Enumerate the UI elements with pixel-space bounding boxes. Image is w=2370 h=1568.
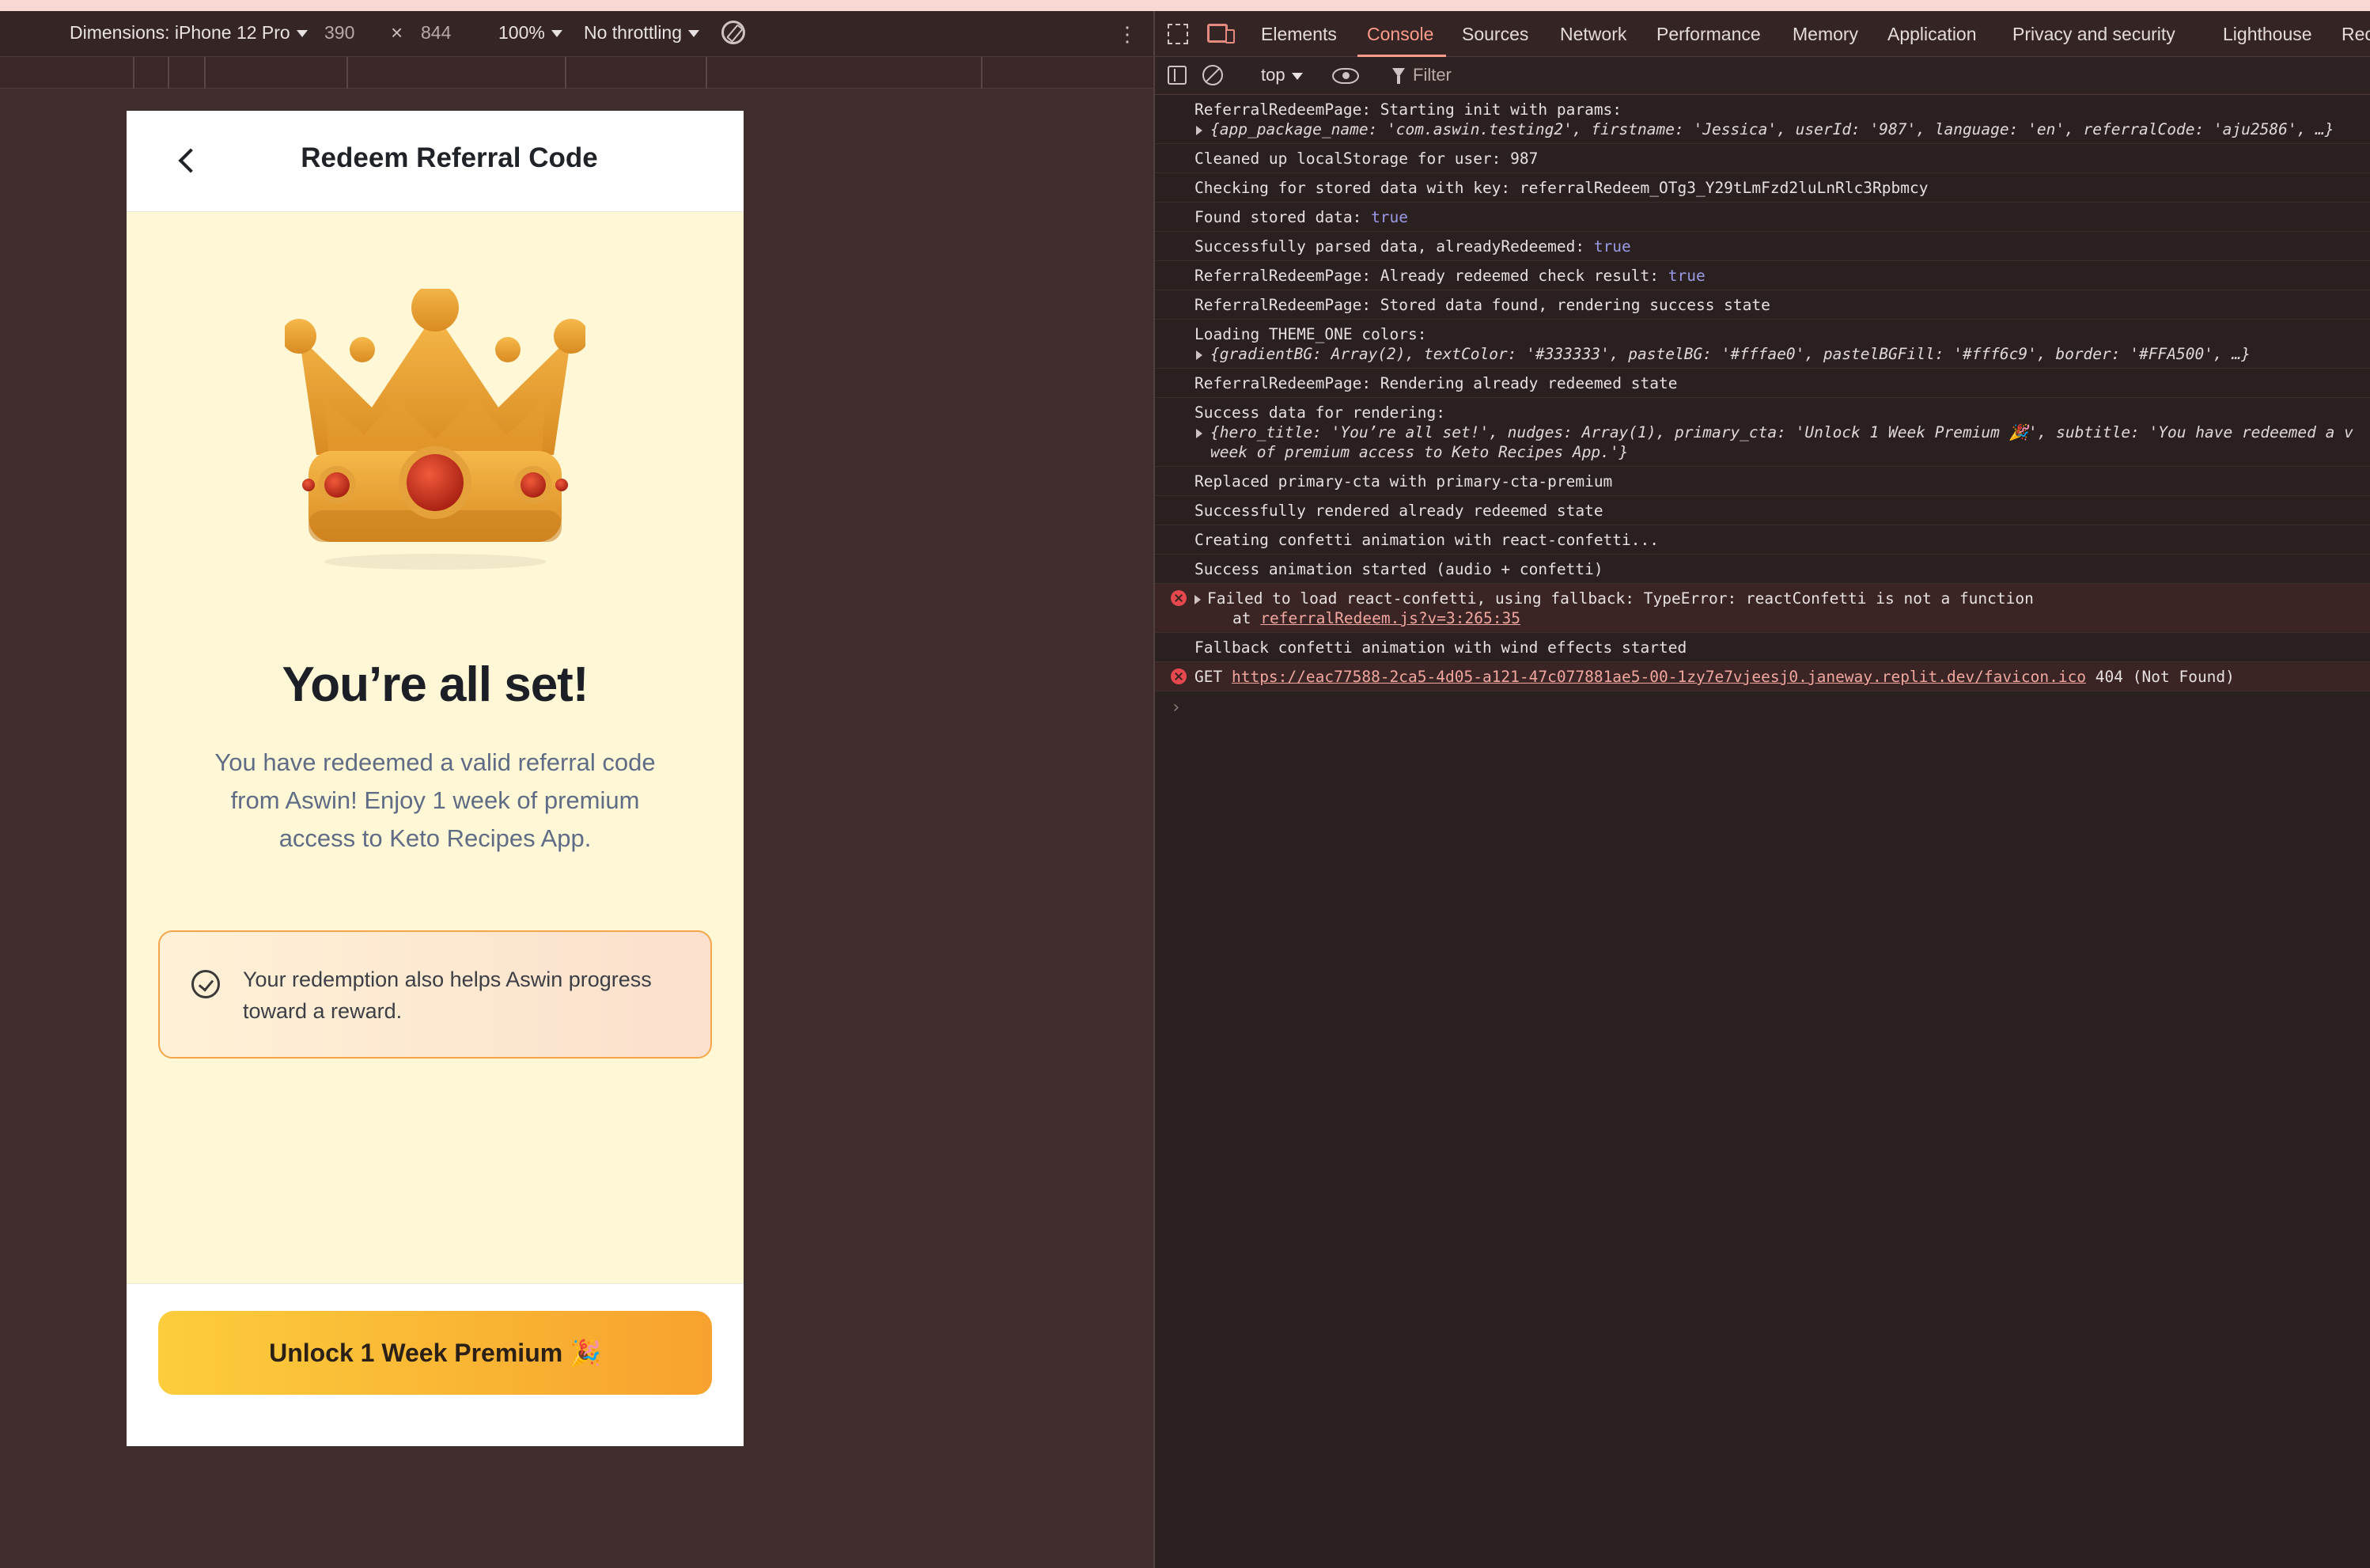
rotate-icon	[721, 21, 745, 44]
tab-memory[interactable]: Memory	[1793, 24, 1858, 45]
console-value: true	[1371, 208, 1409, 226]
zoom-select[interactable]: 100%	[498, 22, 562, 44]
console-toolbar: top Filter	[1155, 57, 2370, 95]
tab-elements[interactable]: Elements	[1261, 24, 1337, 45]
filter-icon	[1392, 68, 1405, 84]
page-title: Redeem Referral Code	[301, 142, 598, 173]
tab-sources[interactable]: Sources	[1462, 24, 1528, 45]
console-message: Success data for rendering: {hero_title:…	[1155, 398, 2370, 467]
console-message: Successfully parsed data, alreadyRedeeme…	[1155, 232, 2370, 261]
console-message: ReferralRedeemPage: Starting init with p…	[1155, 95, 2370, 144]
device-toolbar: Dimensions: iPhone 12 Pro 390 × 844 100%…	[0, 11, 1153, 57]
console-message: Checking for stored data with key: refer…	[1155, 173, 2370, 203]
console-error: GET https://eac77588-2ca5-4d05-a121-47c0…	[1155, 662, 2370, 691]
inspect-icon[interactable]	[1168, 24, 1188, 44]
eye-icon[interactable]	[1332, 68, 1359, 84]
request-method: GET	[1194, 668, 1232, 686]
filter-placeholder: Filter	[1413, 65, 1452, 85]
expandable-object[interactable]: {app_package_name: 'com.aswin.testing2',…	[1194, 119, 2370, 139]
dimension-separator: ×	[391, 21, 403, 44]
phone-footer: Unlock 1 Week Premium 🎉	[127, 1283, 744, 1446]
console-text: Checking for stored data with key: refer…	[1194, 179, 1929, 197]
browser-top-strip	[0, 0, 2370, 11]
request-url-link[interactable]: https://eac77588-2ca5-4d05-a121-47c07788…	[1232, 668, 2086, 686]
console-text: Replaced primary-cta with primary-cta-pr…	[1194, 472, 1613, 490]
console-message: Successfully rendered already redeemed s…	[1155, 496, 2370, 525]
nudge-text: Your redemption also helps Aswin progres…	[243, 968, 652, 1023]
stack-prefix: at	[1232, 609, 1261, 627]
error-icon	[1171, 590, 1187, 606]
tab-console[interactable]: Console	[1367, 24, 1433, 45]
throttling-select[interactable]: No throttling	[584, 22, 699, 44]
media-query-ruler	[0, 57, 1153, 89]
sidebar-icon[interactable]	[1168, 66, 1187, 85]
hero-title: You’re all set!	[282, 657, 589, 712]
console-prompt[interactable]: ›	[1155, 691, 2370, 718]
console-message: Creating confetti animation with react-c…	[1155, 525, 2370, 555]
console-text: Found stored data:	[1194, 208, 1372, 226]
source-link[interactable]: referralRedeem.js?v=3:265:35	[1260, 609, 1520, 627]
console-message: Success animation started (audio + confe…	[1155, 555, 2370, 584]
console-message: ReferralRedeemPage: Rendering already re…	[1155, 369, 2370, 398]
context-select[interactable]: top	[1261, 65, 1303, 85]
console-text: ReferralRedeemPage: Starting init with p…	[1194, 100, 1622, 119]
tab-privacy-security[interactable]: Privacy and security	[2012, 24, 2175, 45]
unlock-premium-button[interactable]: Unlock 1 Week Premium 🎉	[158, 1311, 712, 1395]
phone-header: Redeem Referral Code	[127, 111, 744, 212]
rotate-button[interactable]	[721, 21, 745, 44]
console-text: ReferralRedeemPage: Rendering already re…	[1194, 374, 1678, 392]
expandable-object[interactable]: {gradientBG: Array(2), textColor: '#3333…	[1194, 344, 2370, 364]
clear-console-icon[interactable]	[1202, 65, 1223, 85]
device-toggle-icon[interactable]	[1207, 24, 1235, 44]
nudge-card: Your redemption also helps Aswin progres…	[158, 930, 712, 1059]
console-value: true	[1593, 237, 1631, 256]
console-message: ReferralRedeemPage: Already redeemed che…	[1155, 261, 2370, 290]
tab-recorder[interactable]: Rec	[2342, 24, 2370, 45]
console-value: true	[1668, 267, 1706, 285]
console-message: Loading THEME_ONE colors: {gradientBG: A…	[1155, 320, 2370, 369]
expand-toggle[interactable]	[1194, 589, 1207, 608]
devtools-panel: Elements Console Sources Network Perform…	[1153, 11, 2370, 1568]
request-status: 404 (Not Found)	[2086, 668, 2235, 686]
devtools-tab-bar: Elements Console Sources Network Perform…	[1155, 11, 2370, 57]
console-text: Successfully rendered already redeemed s…	[1194, 502, 1603, 520]
console-error: Failed to load react-confetti, using fal…	[1155, 584, 2370, 633]
check-circle-icon	[191, 970, 220, 998]
device-dimensions-select[interactable]: Dimensions: iPhone 12 Pro	[70, 22, 308, 44]
console-text: Success animation started (audio + confe…	[1194, 560, 1603, 578]
console-text: ReferralRedeemPage: Stored data found, r…	[1194, 296, 1770, 314]
device-more-icon[interactable]: ⋮	[1117, 22, 1138, 47]
hero-subtitle: You have redeemed a valid referral code …	[214, 748, 656, 852]
filter-input[interactable]: Filter	[1384, 62, 1622, 90]
console-text: Cleaned up localStorage for user: 987	[1194, 150, 1539, 168]
console-message: Fallback confetti animation with wind ef…	[1155, 633, 2370, 662]
console-text: Loading THEME_ONE colors:	[1194, 325, 1427, 343]
console-message: Found stored data: true	[1155, 203, 2370, 232]
tab-lighthouse[interactable]: Lighthouse	[2223, 24, 2312, 45]
console-text: Fallback confetti animation with wind ef…	[1194, 638, 1687, 657]
console-text: Successfully parsed data, alreadyRedeeme…	[1194, 237, 1594, 256]
device-emulation-area: Dimensions: iPhone 12 Pro 390 × 844 100%…	[0, 11, 1153, 1568]
device-width-input[interactable]: 390	[324, 22, 354, 44]
expandable-object[interactable]: {hero_title: 'You’re all set!', nudges: …	[1194, 422, 2370, 442]
console-log: ReferralRedeemPage: Starting init with p…	[1155, 95, 2370, 718]
console-text: Creating confetti animation with react-c…	[1194, 531, 1659, 549]
console-message: ReferralRedeemPage: Stored data found, r…	[1155, 290, 2370, 320]
console-text: ReferralRedeemPage: Already redeemed che…	[1194, 267, 1668, 285]
console-message: Cleaned up localStorage for user: 987	[1155, 144, 2370, 173]
tab-application[interactable]: Application	[1887, 24, 1977, 45]
device-height-input[interactable]: 844	[421, 22, 451, 44]
expandable-object-cont: week of premium access to Keto Recipes A…	[1210, 443, 1629, 461]
tab-performance[interactable]: Performance	[1656, 24, 1761, 45]
error-text: Failed to load react-confetti, using fal…	[1207, 589, 2034, 608]
console-text: Success data for rendering:	[1194, 403, 1445, 422]
console-message: Replaced primary-cta with primary-cta-pr…	[1155, 467, 2370, 496]
crown-image	[285, 289, 585, 570]
error-icon	[1171, 668, 1187, 684]
tab-network[interactable]: Network	[1560, 24, 1626, 45]
phone-viewport: Redeem Referral Code You’re all set! You…	[127, 111, 744, 1446]
